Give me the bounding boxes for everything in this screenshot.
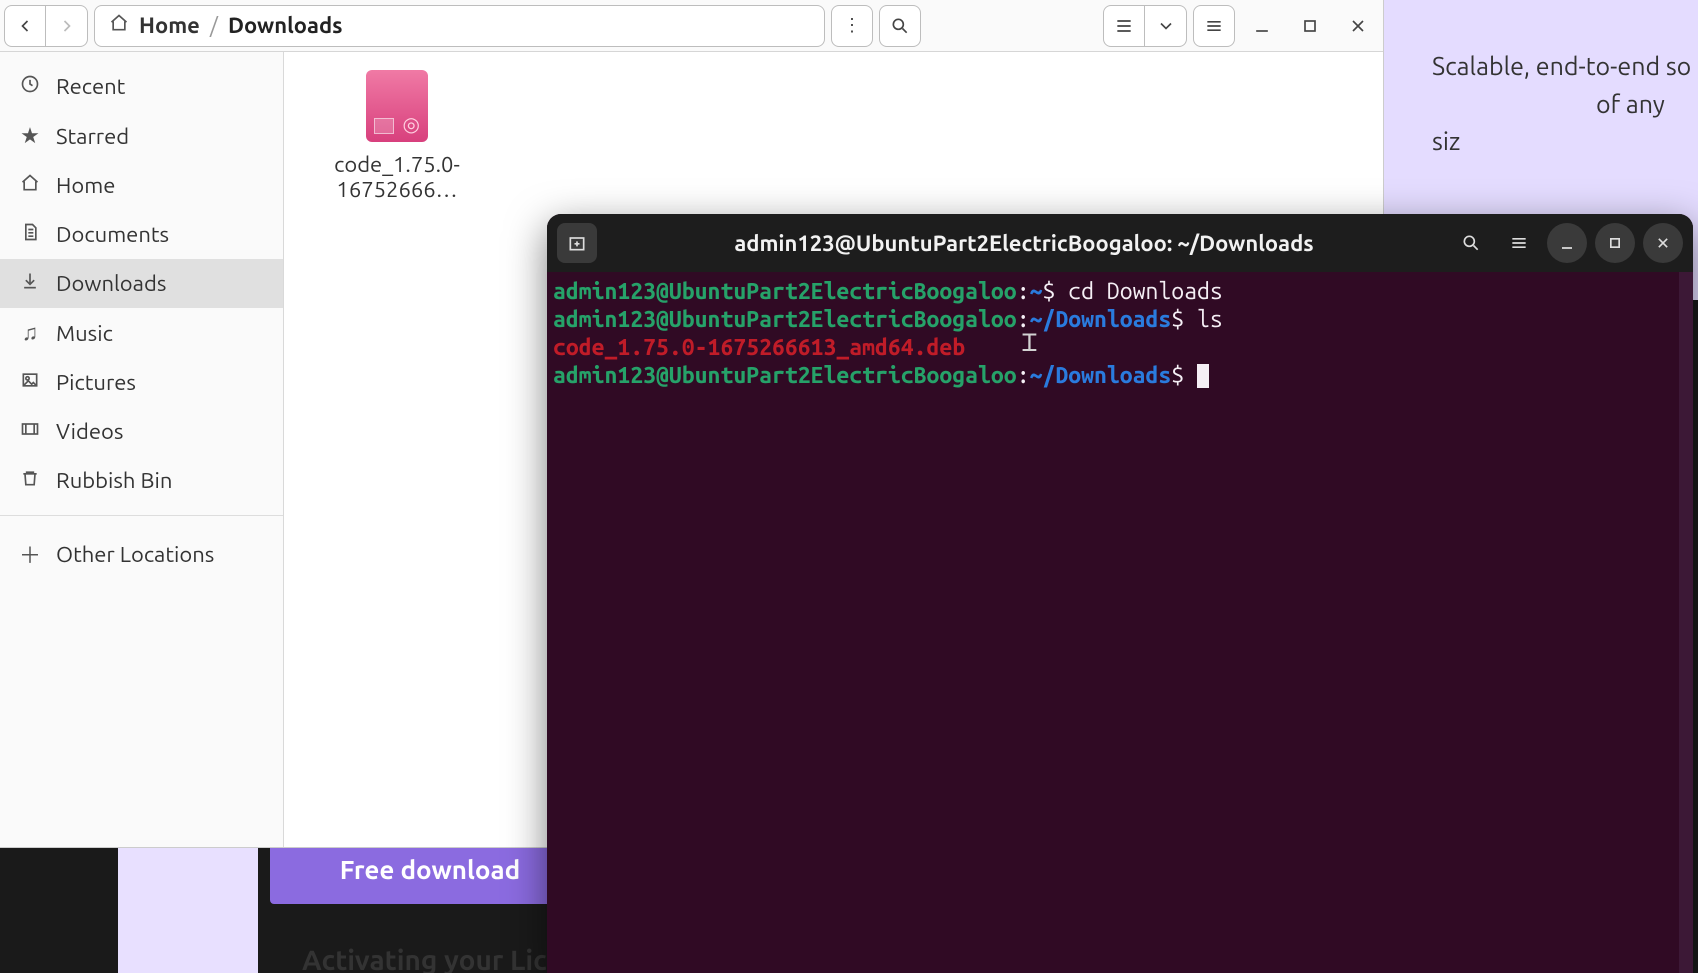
window-close-button[interactable] <box>1337 5 1379 47</box>
chevron-right-icon <box>57 16 77 36</box>
sidebar-item-other-locations[interactable]: ＋ Other Locations <box>0 526 283 582</box>
window-maximize-button[interactable] <box>1289 5 1331 47</box>
new-tab-button[interactable] <box>557 223 597 263</box>
search-icon <box>1461 233 1481 253</box>
sidebar-item-downloads[interactable]: Downloads <box>0 259 283 308</box>
file-label: code_1.75.0-16752666… <box>312 152 482 203</box>
clock-icon <box>18 74 42 99</box>
kebab-icon: ⋮ <box>843 15 861 36</box>
terminal-headerbar: admin123@UbuntuPart2ElectricBoogaloo: ~/… <box>547 214 1693 272</box>
breadcrumb-separator: / <box>210 13 218 38</box>
terminal-menu-button[interactable] <box>1499 223 1539 263</box>
path-bar[interactable]: Home / Downloads <box>94 5 825 47</box>
sidebar-item-label: Pictures <box>56 370 136 395</box>
view-list-button[interactable] <box>1103 5 1145 47</box>
breadcrumb-home[interactable]: Home <box>139 13 200 38</box>
close-icon <box>1348 16 1368 36</box>
home-icon <box>18 173 42 198</box>
home-icon <box>109 13 129 38</box>
background-text: Scalable, end-to-end so of any siz <box>1432 48 1698 161</box>
pictures-icon <box>18 370 42 395</box>
terminal-line: admin123@UbuntuPart2ElectricBoogaloo:~$ … <box>553 278 1687 306</box>
nav-forward-button[interactable] <box>46 5 88 47</box>
list-icon <box>1114 16 1134 36</box>
sidebar-item-label: Rubbish Bin <box>56 468 172 493</box>
file-manager-sidebar: Recent ★ Starred Home Documents <box>0 52 284 847</box>
sidebar-item-recent[interactable]: Recent <box>0 62 283 111</box>
terminal-line: admin123@UbuntuPart2ElectricBoogaloo:~/D… <box>553 306 1687 334</box>
chevron-left-icon <box>15 16 35 36</box>
deb-package-icon: ◎ <box>366 70 428 142</box>
terminal-body[interactable]: admin123@UbuntuPart2ElectricBoogaloo:~$ … <box>547 272 1693 973</box>
text-cursor-ibeam-icon: Ꮖ <box>1022 329 1038 357</box>
terminal-maximize-button[interactable] <box>1595 223 1635 263</box>
sidebar-item-label: Other Locations <box>56 542 214 567</box>
sidebar-item-label: Downloads <box>56 271 166 296</box>
sidebar-item-music[interactable]: ♫ Music <box>0 308 283 358</box>
new-tab-icon <box>567 233 587 253</box>
videos-icon <box>18 419 42 444</box>
sidebar-item-home[interactable]: Home <box>0 161 283 210</box>
view-options-button[interactable] <box>1145 5 1187 47</box>
sidebar-item-label: Home <box>56 173 115 198</box>
maximize-icon <box>1605 233 1625 253</box>
sidebar-item-label: Music <box>56 321 113 346</box>
terminal-close-button[interactable] <box>1643 223 1683 263</box>
sidebar-item-label: Documents <box>56 222 169 247</box>
sidebar-item-label: Starred <box>56 124 129 149</box>
hamburger-icon <box>1509 233 1529 253</box>
terminal-title: admin123@UbuntuPart2ElectricBoogaloo: ~/… <box>605 231 1443 256</box>
sidebar-item-videos[interactable]: Videos <box>0 407 283 456</box>
close-icon <box>1653 233 1673 253</box>
file-manager-headerbar: Home / Downloads ⋮ <box>0 0 1383 52</box>
path-menu-button[interactable]: ⋮ <box>831 5 873 47</box>
maximize-icon <box>1300 16 1320 36</box>
hamburger-menu-button[interactable] <box>1193 5 1235 47</box>
star-icon: ★ <box>18 123 42 149</box>
sidebar-item-label: Videos <box>56 419 123 444</box>
terminal-minimize-button[interactable] <box>1547 223 1587 263</box>
minimize-icon <box>1252 16 1272 36</box>
window-minimize-button[interactable] <box>1241 5 1283 47</box>
terminal-search-button[interactable] <box>1451 223 1491 263</box>
minimize-icon <box>1557 233 1577 253</box>
terminal-output: code_1.75.0-1675266613_amd64.deb <box>553 334 1687 362</box>
sidebar-item-label: Recent <box>56 74 125 99</box>
terminal-scrollbar[interactable] <box>1679 272 1693 973</box>
terminal-window: admin123@UbuntuPart2ElectricBoogaloo: ~/… <box>547 214 1693 973</box>
document-icon <box>18 222 42 247</box>
file-item-deb[interactable]: ◎ code_1.75.0-16752666… <box>312 70 482 203</box>
plus-icon: ＋ <box>18 538 42 570</box>
sidebar-item-pictures[interactable]: Pictures <box>0 358 283 407</box>
sidebar-item-documents[interactable]: Documents <box>0 210 283 259</box>
chevron-down-icon <box>1156 16 1176 36</box>
sidebar-item-starred[interactable]: ★ Starred <box>0 111 283 161</box>
search-icon <box>890 16 910 36</box>
terminal-cursor <box>1197 364 1209 388</box>
music-icon: ♫ <box>18 320 42 346</box>
sidebar-item-trash[interactable]: Rubbish Bin <box>0 456 283 505</box>
download-icon <box>18 271 42 296</box>
trash-icon <box>18 468 42 493</box>
nav-back-button[interactable] <box>4 5 46 47</box>
terminal-prompt: admin123@UbuntuPart2ElectricBoogaloo:~/D… <box>553 362 1687 390</box>
hamburger-icon <box>1204 16 1224 36</box>
search-button[interactable] <box>879 5 921 47</box>
breadcrumb-current[interactable]: Downloads <box>228 13 343 38</box>
